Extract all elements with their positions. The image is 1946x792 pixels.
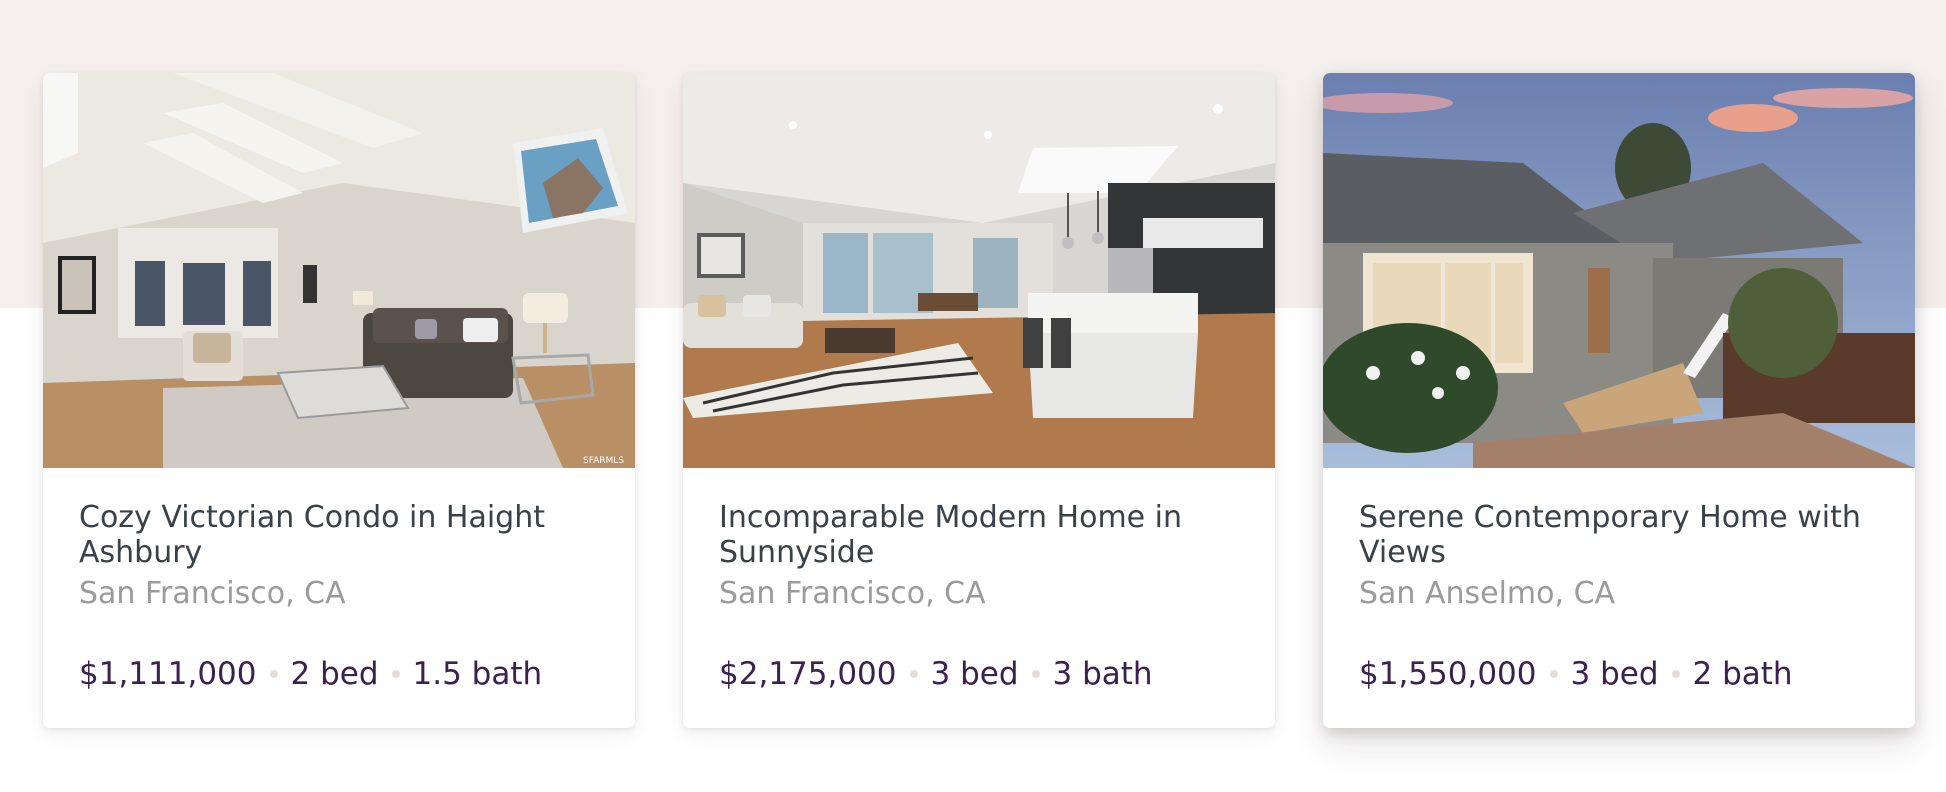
- separator-dot: [1671, 670, 1680, 678]
- listing-price: $2,175,000: [719, 656, 897, 692]
- listing-stats: $2,175,000 3 bed 3 bath: [719, 656, 1239, 692]
- listing-card[interactable]: Incomparable Modern Home in Sunnyside Sa…: [683, 73, 1275, 728]
- listing-grid: SFARMLS Cozy Victorian Condo in Haight A…: [43, 73, 1915, 728]
- listing-location: San Anselmo, CA: [1359, 576, 1616, 611]
- separator-dot: [1031, 670, 1040, 678]
- listing-stats: $1,550,000 3 bed 2 bath: [1359, 656, 1879, 692]
- listing-beds: 2 bed: [290, 656, 379, 692]
- separator-dot: [269, 670, 278, 678]
- listing-baths: 3 bath: [1052, 656, 1153, 692]
- listing-baths: 2 bath: [1692, 656, 1793, 692]
- separator-dot: [1549, 670, 1558, 678]
- listing-photo-kitchen[interactable]: [683, 73, 1275, 468]
- listing-price: $1,550,000: [1359, 656, 1537, 692]
- listing-card[interactable]: Serene Contemporary Home with Views San …: [1323, 73, 1915, 728]
- separator-dot: [909, 670, 918, 678]
- listing-photo-exterior[interactable]: [1323, 73, 1915, 468]
- listing-title[interactable]: Incomparable Modern Home in Sunnyside: [719, 500, 1239, 570]
- listing-stats: $1,111,000 2 bed 1.5 bath: [79, 656, 599, 692]
- listing-beds: 3 bed: [930, 656, 1019, 692]
- listing-title[interactable]: Cozy Victorian Condo in Haight Ashbury: [79, 500, 599, 570]
- listing-location: San Francisco, CA: [719, 576, 986, 611]
- listing-price: $1,111,000: [79, 656, 257, 692]
- listing-location: San Francisco, CA: [79, 576, 346, 611]
- listing-baths: 1.5 bath: [412, 656, 543, 692]
- listing-beds: 3 bed: [1570, 656, 1659, 692]
- listing-photo-living-room[interactable]: SFARMLS: [43, 73, 635, 468]
- photo-watermark: SFARMLS: [583, 456, 624, 466]
- listing-title[interactable]: Serene Contemporary Home with Views: [1359, 500, 1879, 570]
- separator-dot: [391, 670, 400, 678]
- listing-card[interactable]: SFARMLS Cozy Victorian Condo in Haight A…: [43, 73, 635, 728]
